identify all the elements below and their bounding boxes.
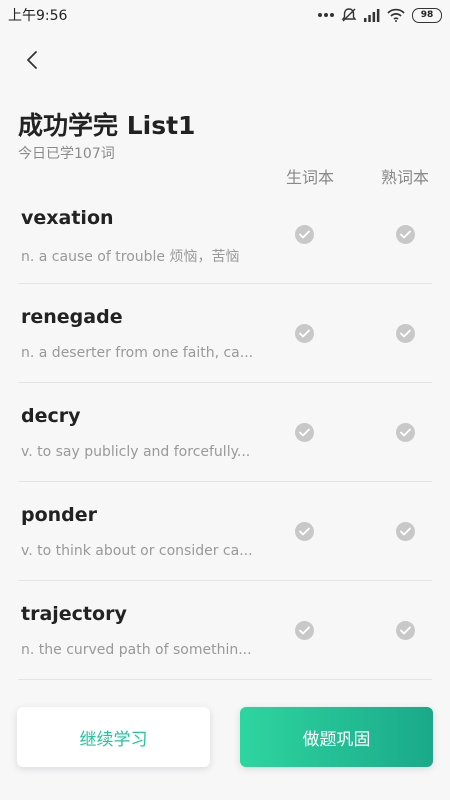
word-text: ponder [21, 504, 98, 526]
add-to-known-words-check-icon[interactable] [396, 522, 415, 541]
signal-icon [364, 8, 380, 22]
add-to-known-words-check-icon[interactable] [396, 621, 415, 640]
add-to-new-words-check-icon[interactable] [295, 522, 314, 541]
add-to-known-words-check-icon[interactable] [396, 423, 415, 442]
mute-alarm-icon [341, 8, 357, 22]
word-row[interactable]: renegade n. a deserter from one faith, c… [18, 284, 432, 383]
chevron-left-icon [27, 51, 37, 69]
page-title: 成功学完 List1 [18, 111, 196, 140]
word-definition: n. the curved path of somethin... [21, 642, 252, 658]
word-definition: v. to say publicly and forcefully... [21, 444, 251, 460]
continue-learning-button[interactable]: 继续学习 [17, 707, 210, 767]
word-row[interactable]: ponder v. to think about or consider ca.… [18, 482, 432, 581]
word-row[interactable]: trajectory n. the curved path of somethi… [18, 581, 432, 680]
word-text: trajectory [21, 603, 127, 625]
wifi-icon [387, 8, 405, 22]
status-icons: 98 [318, 7, 442, 23]
word-definition: n. a cause of trouble 烦恼，苦恼 [21, 249, 240, 265]
word-list[interactable]: vexation n. a cause of trouble 烦恼，苦恼 ren… [0, 185, 450, 690]
word-text: decry [21, 405, 81, 427]
add-to-new-words-check-icon[interactable] [295, 324, 314, 343]
status-time: 上午9:56 [8, 8, 68, 24]
word-row[interactable]: decry v. to say publicly and forcefully.… [18, 383, 432, 482]
battery-icon: 98 [412, 7, 442, 23]
add-to-new-words-check-icon[interactable] [295, 423, 314, 442]
word-row[interactable]: vexation n. a cause of trouble 烦恼，苦恼 [18, 185, 432, 284]
add-to-new-words-check-icon[interactable] [295, 621, 314, 640]
word-definition: v. to think about or consider ca... [21, 543, 253, 559]
status-bar: 上午9:56 98 [0, 0, 450, 30]
page-subtitle: 今日已学107词 [18, 146, 115, 162]
word-definition: n. a deserter from one faith, ca... [21, 345, 254, 361]
word-text: renegade [21, 306, 123, 328]
add-to-known-words-check-icon[interactable] [396, 225, 415, 244]
add-to-known-words-check-icon[interactable] [396, 324, 415, 343]
practice-quiz-button[interactable]: 做题巩固 [240, 707, 433, 767]
dots-icon [318, 13, 334, 17]
add-to-new-words-check-icon[interactable] [295, 225, 314, 244]
back-button[interactable] [18, 46, 46, 74]
word-text: vexation [21, 207, 114, 229]
